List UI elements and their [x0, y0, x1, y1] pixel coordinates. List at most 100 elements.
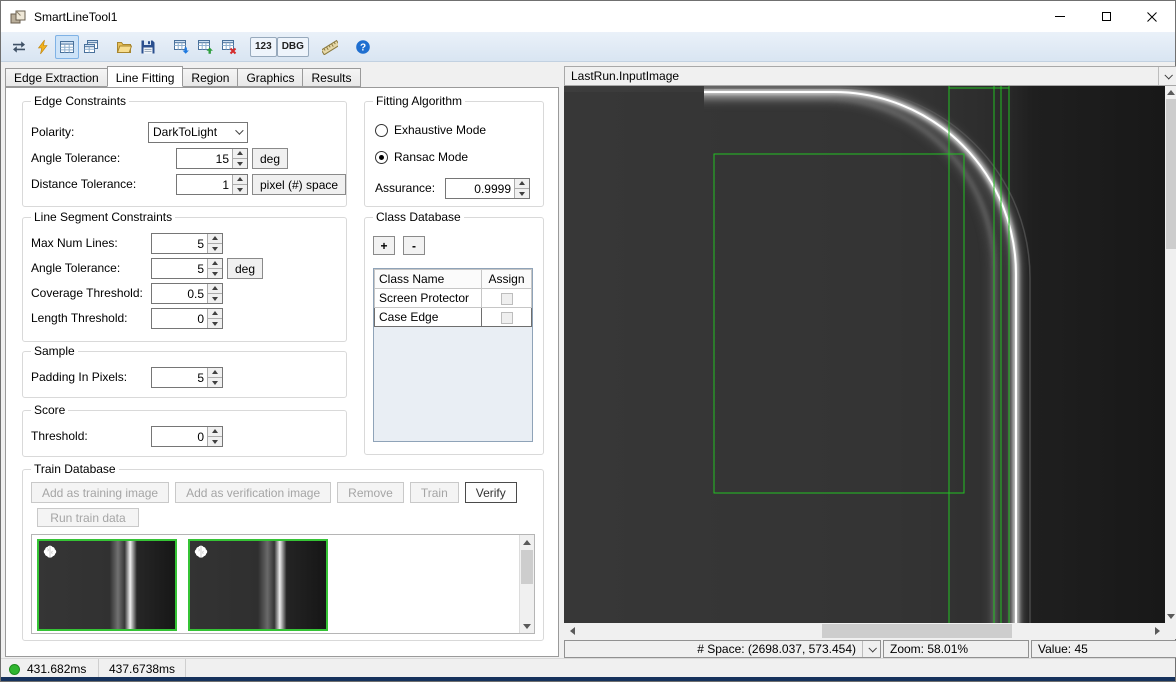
padding-in-pixels-label: Padding In Pixels:: [31, 370, 151, 384]
thumbnail-scrollbar[interactable]: [519, 535, 534, 633]
scroll-up-icon[interactable]: [520, 535, 534, 549]
scroll-down-icon[interactable]: [1165, 610, 1176, 623]
run-once-button[interactable]: [31, 35, 55, 59]
tab-graphics[interactable]: Graphics: [237, 68, 303, 87]
tab-results[interactable]: Results: [302, 68, 360, 87]
app-window: SmartLineTool1: [0, 0, 1176, 682]
import-table-button[interactable]: [169, 35, 193, 59]
measure-button[interactable]: [318, 35, 342, 59]
spinner-value[interactable]: 0: [152, 309, 207, 328]
help-button[interactable]: ?: [351, 35, 375, 59]
delete-table-button[interactable]: [217, 35, 241, 59]
spin-down-icon[interactable]: [207, 268, 222, 278]
image-viewport[interactable]: [564, 86, 1165, 623]
space-indicator: # Space: (2698.037, 573.454): [564, 640, 881, 658]
scroll-right-icon[interactable]: [1149, 623, 1165, 639]
tab-label: Graphics: [246, 71, 294, 85]
spinner-value[interactable]: 0.9999: [446, 179, 514, 198]
score-threshold-spinner[interactable]: 0: [151, 426, 223, 447]
save-button[interactable]: [136, 35, 160, 59]
debug-button[interactable]: DBG: [277, 37, 309, 57]
class-row-case-edge[interactable]: Case Edge: [375, 308, 532, 327]
spinner-value[interactable]: 5: [152, 234, 207, 253]
spinner-value[interactable]: 5: [152, 368, 207, 387]
tab-strip: Edge Extraction Line Fitting Region Grap…: [5, 66, 360, 87]
class-name-cell[interactable]: Case Edge: [375, 308, 482, 327]
image-vertical-scrollbar[interactable]: [1165, 86, 1176, 623]
spinner-value[interactable]: 5: [152, 259, 207, 278]
spin-down-icon[interactable]: [232, 158, 247, 168]
class-row-screen-protector[interactable]: Screen Protector: [375, 289, 532, 308]
max-num-lines-spinner[interactable]: 5: [151, 233, 223, 254]
spin-up-icon[interactable]: [232, 175, 247, 184]
open-button[interactable]: [112, 35, 136, 59]
tab-line-fitting[interactable]: Line Fitting: [107, 66, 184, 87]
spin-down-icon[interactable]: [514, 188, 529, 198]
spin-up-icon[interactable]: [514, 179, 529, 188]
spin-down-icon[interactable]: [207, 436, 222, 446]
scrollbar-thumb[interactable]: [1166, 99, 1176, 249]
train-image-thumbnail[interactable]: [188, 539, 328, 631]
spin-up-icon[interactable]: [207, 368, 222, 377]
distance-unit-badge[interactable]: pixel (#) space: [252, 174, 346, 195]
scroll-down-icon[interactable]: [520, 619, 534, 633]
distance-tolerance-spinner[interactable]: 1: [176, 174, 248, 195]
tab-region[interactable]: Region: [182, 68, 238, 87]
length-threshold-label: Length Threshold:: [31, 311, 151, 325]
spin-down-icon[interactable]: [207, 293, 222, 303]
assurance-spinner[interactable]: 0.9999: [445, 178, 530, 199]
run-continuous-button[interactable]: [7, 35, 31, 59]
export-table-button[interactable]: [193, 35, 217, 59]
padding-in-pixels-spinner[interactable]: 5: [151, 367, 223, 388]
remove-class-button[interactable]: -: [403, 236, 425, 255]
spin-up-icon[interactable]: [207, 259, 222, 268]
scroll-left-icon[interactable]: [564, 623, 580, 639]
spin-down-icon[interactable]: [207, 243, 222, 253]
image-horizontal-scrollbar[interactable]: [564, 623, 1165, 639]
remove-image-button: Remove: [337, 482, 404, 503]
close-button[interactable]: [1129, 1, 1175, 32]
display-source-selector[interactable]: LastRun.InputImage: [564, 66, 1176, 86]
ransac-mode-radio[interactable]: Ransac Mode: [375, 149, 468, 165]
class-name-header: Class Name: [375, 270, 482, 289]
display-source-dropdown-button[interactable]: [1158, 67, 1176, 85]
polarity-label: Polarity:: [31, 125, 148, 139]
segment-angle-tolerance-spinner[interactable]: 5: [151, 258, 223, 279]
spin-up-icon[interactable]: [207, 309, 222, 318]
segment-angle-unit-badge[interactable]: deg: [227, 258, 263, 279]
spinner-value[interactable]: 15: [177, 149, 232, 168]
spinner-value[interactable]: 0.5: [152, 284, 207, 303]
show-grid-button[interactable]: [55, 35, 79, 59]
copy-grid-button[interactable]: [79, 35, 103, 59]
spin-up-icon[interactable]: [232, 149, 247, 158]
assign-cell[interactable]: [482, 289, 532, 308]
length-threshold-spinner[interactable]: 0: [151, 308, 223, 329]
angle-tolerance-spinner[interactable]: 15: [176, 148, 248, 169]
add-class-button[interactable]: +: [373, 236, 395, 255]
group-title: Line Segment Constraints: [31, 210, 175, 224]
spin-down-icon[interactable]: [232, 184, 247, 194]
class-name-cell[interactable]: Screen Protector: [375, 289, 482, 308]
spin-down-icon[interactable]: [207, 318, 222, 328]
scrollbar-thumb[interactable]: [521, 550, 533, 584]
minimize-button[interactable]: [1037, 1, 1083, 32]
assign-cell[interactable]: [482, 308, 532, 327]
exhaustive-mode-radio[interactable]: Exhaustive Mode: [375, 122, 486, 138]
tab-edge-extraction[interactable]: Edge Extraction: [5, 68, 108, 87]
space-dropdown-button[interactable]: [862, 641, 880, 657]
spin-up-icon[interactable]: [207, 234, 222, 243]
spin-up-icon[interactable]: [207, 427, 222, 436]
spinner-value[interactable]: 1: [177, 175, 232, 194]
numbers-button[interactable]: 123: [250, 37, 277, 57]
maximize-button[interactable]: [1083, 1, 1129, 32]
spin-up-icon[interactable]: [207, 284, 222, 293]
spinner-value[interactable]: 0: [152, 427, 207, 446]
polarity-combobox[interactable]: DarkToLight: [148, 122, 248, 143]
verify-button[interactable]: Verify: [465, 482, 517, 503]
spin-down-icon[interactable]: [207, 377, 222, 387]
scroll-up-icon[interactable]: [1165, 86, 1176, 99]
scrollbar-thumb[interactable]: [822, 624, 1012, 638]
train-image-thumbnail[interactable]: [37, 539, 177, 631]
coverage-threshold-spinner[interactable]: 0.5: [151, 283, 223, 304]
angle-unit-badge[interactable]: deg: [252, 148, 288, 169]
